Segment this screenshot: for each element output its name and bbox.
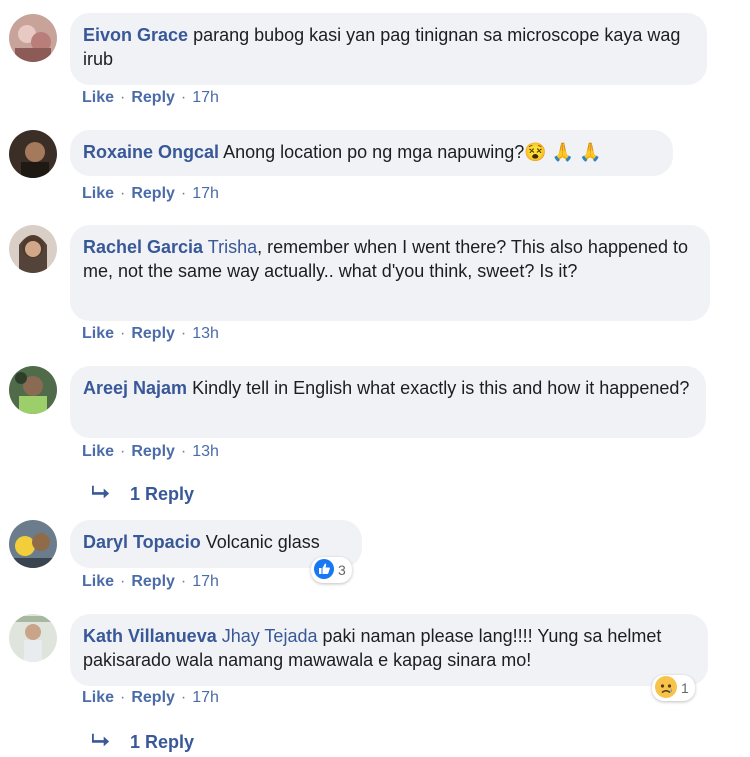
like-reaction-icon bbox=[314, 558, 334, 582]
comment-bubble: Areej Najam Kindly tell in English what … bbox=[70, 366, 706, 438]
reply-arrow-icon bbox=[92, 484, 114, 505]
mention-link[interactable]: Jhay Tejada bbox=[222, 626, 318, 646]
comment-bubble: Roxaine Ongcal Anong location po ng mga … bbox=[70, 130, 673, 176]
reply-arrow-icon bbox=[92, 732, 114, 753]
replies-count[interactable]: 1 Reply bbox=[130, 484, 194, 504]
reply-button[interactable]: Reply bbox=[131, 89, 175, 106]
author-name[interactable]: Daryl Topacio bbox=[83, 532, 201, 552]
timestamp[interactable]: 17h bbox=[192, 185, 219, 202]
avatar[interactable] bbox=[9, 366, 57, 414]
view-replies-link[interactable]: 1 Reply bbox=[92, 484, 194, 505]
avatar[interactable] bbox=[9, 614, 57, 662]
reply-button[interactable]: Reply bbox=[131, 443, 175, 460]
comment-actions: Like · Reply · 17h bbox=[82, 185, 219, 202]
like-button[interactable]: Like bbox=[82, 689, 114, 706]
timestamp[interactable]: 13h bbox=[192, 443, 219, 460]
reply-button[interactable]: Reply bbox=[131, 689, 175, 706]
like-button[interactable]: Like bbox=[82, 185, 114, 202]
avatar[interactable] bbox=[9, 225, 57, 273]
comment-actions: Like · Reply · 17h bbox=[82, 89, 219, 106]
timestamp[interactable]: 17h bbox=[192, 89, 219, 106]
comment-bubble: Rachel Garcia Trisha, remember when I we… bbox=[70, 225, 710, 321]
timestamp[interactable]: 17h bbox=[192, 689, 219, 706]
comment-text: Anong location po ng mga napuwing? bbox=[223, 142, 525, 162]
author-name[interactable]: Areej Najam bbox=[83, 378, 187, 398]
reply-button[interactable]: Reply bbox=[131, 573, 175, 590]
like-button[interactable]: Like bbox=[82, 325, 114, 342]
author-name[interactable]: Roxaine Ongcal bbox=[83, 142, 219, 162]
view-replies-link[interactable]: 1 Reply bbox=[92, 732, 194, 753]
avatar[interactable] bbox=[9, 130, 57, 178]
reply-button[interactable]: Reply bbox=[131, 325, 175, 342]
comment-text: Volcanic glass bbox=[205, 532, 320, 552]
comment-actions: Like · Reply · 13h bbox=[82, 443, 219, 460]
like-button[interactable]: Like bbox=[82, 573, 114, 590]
reaction-count: 1 bbox=[681, 680, 689, 696]
comment-actions: Like · Reply · 17h bbox=[82, 689, 219, 706]
timestamp[interactable]: 13h bbox=[192, 325, 219, 342]
comment-bubble: Kath Villanueva Jhay Tejada paki naman p… bbox=[70, 614, 708, 686]
author-name[interactable]: Kath Villanueva bbox=[83, 626, 217, 646]
reply-button[interactable]: Reply bbox=[131, 185, 175, 202]
like-button[interactable]: Like bbox=[82, 443, 114, 460]
reaction-badge[interactable]: 1 bbox=[652, 675, 695, 701]
mention-link[interactable]: Trisha bbox=[208, 237, 257, 257]
replies-count[interactable]: 1 Reply bbox=[130, 732, 194, 752]
reaction-count: 3 bbox=[338, 562, 346, 578]
comment-bubble: Eivon Grace parang bubog kasi yan pag ti… bbox=[70, 13, 707, 85]
author-name[interactable]: Eivon Grace bbox=[83, 25, 188, 45]
comment-text: Kindly tell in English what exactly is t… bbox=[192, 378, 690, 398]
sad-reaction-icon bbox=[655, 675, 677, 701]
avatar[interactable] bbox=[9, 14, 57, 62]
comment-actions: Like · Reply · 17h bbox=[82, 573, 219, 590]
avatar[interactable] bbox=[9, 520, 57, 568]
comment-actions: Like · Reply · 13h bbox=[82, 325, 219, 342]
like-button[interactable]: Like bbox=[82, 89, 114, 106]
emoji-text: 😵 🙏 🙏 bbox=[524, 142, 602, 162]
author-name[interactable]: Rachel Garcia bbox=[83, 237, 203, 257]
timestamp[interactable]: 17h bbox=[192, 573, 219, 590]
reaction-badge[interactable]: 3 bbox=[311, 557, 352, 583]
